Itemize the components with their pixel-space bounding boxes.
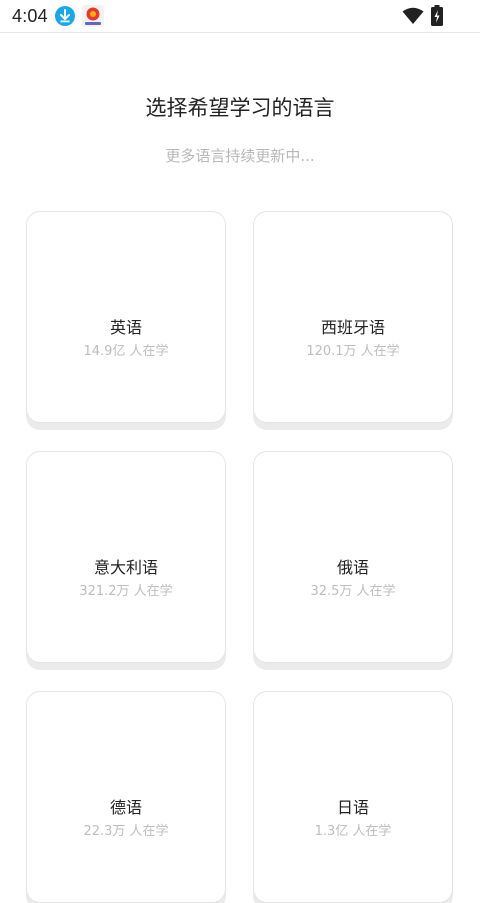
language-name: 英语 bbox=[109, 318, 142, 337]
learner-count: 22.3万 人在学 bbox=[83, 824, 169, 839]
language-name: 西班牙语 bbox=[320, 318, 385, 337]
learner-count: 321.2万 人在学 bbox=[79, 584, 173, 599]
language-card-english[interactable]: 英语 14.9亿 人在学 bbox=[26, 211, 226, 423]
language-name: 俄语 bbox=[336, 558, 369, 577]
learner-count: 32.5万 人在学 bbox=[310, 584, 396, 599]
language-name: 意大利语 bbox=[93, 558, 158, 577]
battery-icon bbox=[431, 5, 443, 26]
status-time: 4:04 bbox=[12, 6, 48, 26]
language-card-russian[interactable]: 俄语 32.5万 人在学 bbox=[253, 451, 453, 663]
language-card-spanish[interactable]: 西班牙语 120.1万 人在学 bbox=[253, 211, 453, 423]
page-title: 选择希望学习的语言 bbox=[145, 96, 335, 120]
download-icon bbox=[55, 6, 75, 26]
language-card-italian[interactable]: 意大利语 321.2万 人在学 bbox=[26, 451, 226, 663]
learner-count: 14.9亿 人在学 bbox=[83, 344, 169, 359]
language-card-german[interactable]: 德语 22.3万 人在学 bbox=[26, 691, 226, 903]
learner-count: 120.1万 人在学 bbox=[306, 344, 400, 359]
status-bar: 4:04 bbox=[0, 0, 480, 33]
language-card-japanese[interactable]: 日语 1.3亿 人在学 bbox=[253, 691, 453, 903]
learner-count: 1.3亿 人在学 bbox=[314, 824, 392, 839]
wifi-icon bbox=[402, 7, 424, 24]
page-subtitle: 更多语言持续更新中... bbox=[165, 147, 315, 165]
app-notification-icon bbox=[82, 5, 104, 27]
language-name: 德语 bbox=[109, 798, 142, 817]
language-name: 日语 bbox=[336, 798, 369, 817]
